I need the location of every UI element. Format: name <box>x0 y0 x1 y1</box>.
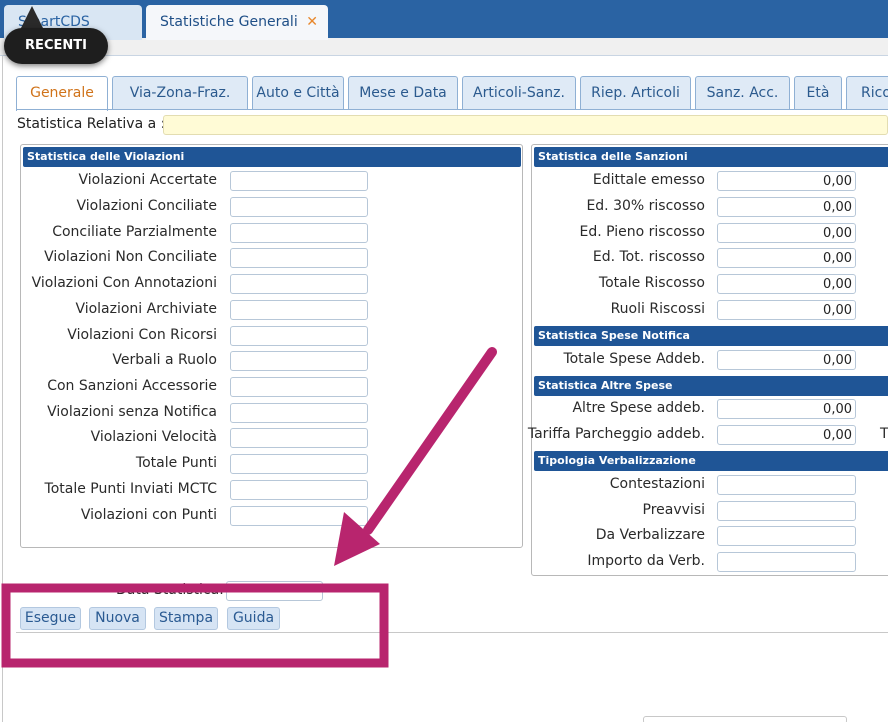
violazioni-row-field[interactable] <box>230 377 368 397</box>
spese-notifica-row-field[interactable]: 0,00 <box>717 350 856 370</box>
tipologia-row-label: Preavvisi <box>642 502 705 518</box>
violazioni-row-label: Violazioni Accertate <box>78 172 217 188</box>
data-statistica-label: Data Statistica: <box>116 582 224 598</box>
sanzioni-header: Statistica delle Sanzioni <box>534 147 888 167</box>
tab-generale[interactable]: Generale <box>16 76 108 111</box>
violazioni-row-label: Violazioni Con Annotazioni <box>31 275 217 291</box>
altre-spese-row-field[interactable]: 0,00 <box>717 425 856 445</box>
tab-mese-e-data[interactable]: Mese e Data <box>348 76 458 110</box>
violazioni-row-field[interactable] <box>230 171 368 191</box>
tipologia-row-label: Da Verbalizzare <box>595 527 705 543</box>
violazioni-row-label: Violazioni Velocità <box>90 429 217 445</box>
tipologia-row-field[interactable] <box>717 501 856 521</box>
spese-notifica-row-label: Totale Spese Addeb. <box>563 351 705 367</box>
violazioni-row-label: Violazioni Con Ricorsi <box>67 327 217 343</box>
violazioni-row-field[interactable] <box>230 300 368 320</box>
violazioni-row-field[interactable] <box>230 428 368 448</box>
sanzioni-row-field[interactable]: 0,00 <box>717 171 856 191</box>
violazioni-row-label: Violazioni con Punti <box>80 507 217 523</box>
violazioni-row-field[interactable] <box>230 506 368 526</box>
tab-auto-e-citta[interactable]: Auto e Città <box>252 76 344 110</box>
scroll-stub <box>643 716 847 722</box>
tab-active-label: Statistiche Generali <box>160 14 298 30</box>
tipologia-row-label: Contestazioni <box>609 476 705 492</box>
violazioni-row-field[interactable] <box>230 197 368 217</box>
altre-spese-header: Statistica Altre Spese <box>534 376 888 396</box>
sanzioni-row-field[interactable]: 0,00 <box>717 274 856 294</box>
violazioni-row-field[interactable] <box>230 454 368 474</box>
sanzioni-row-label: Ed. Tot. riscosso <box>592 249 705 265</box>
violazioni-row-field[interactable] <box>230 351 368 371</box>
guida-button[interactable]: Guida <box>227 607 280 630</box>
tab-articoli-sanz[interactable]: Articoli-Sanz. <box>462 76 576 110</box>
tab-sanz-acc[interactable]: Sanz. Acc. <box>695 76 790 110</box>
tab-via-zona-fraz[interactable]: Via-Zona-Fraz. <box>112 76 248 110</box>
app-tab-underline <box>0 38 888 56</box>
sanzioni-row-label: Ruoli Riscossi <box>610 301 705 317</box>
statistica-relativa-label: Statistica Relativa a : <box>17 116 166 132</box>
tipologia-header: Tipologia Verbalizzazione <box>534 451 888 471</box>
esegue-button[interactable]: Esegue <box>20 607 81 630</box>
cut-off-label: T <box>880 426 888 442</box>
nuova-button[interactable]: Nuova <box>89 607 146 630</box>
violazioni-row-label: Violazioni senza Notifica <box>47 404 217 420</box>
altre-spese-row-label: Tariffa Parcheggio addeb. <box>527 426 705 442</box>
violazioni-row-label: Totale Punti <box>135 455 217 471</box>
violazioni-row-label: Violazioni Archiviate <box>75 301 217 317</box>
violazioni-row-label: Con Sanzioni Accessorie <box>47 378 217 394</box>
sanzioni-row-label: Edittale emesso <box>592 172 705 188</box>
violazioni-row-field[interactable] <box>230 248 368 268</box>
altre-spese-row-field[interactable]: 0,00 <box>717 399 856 419</box>
sanzioni-row-label: Ed. 30% riscosso <box>586 198 705 214</box>
violazioni-row-label: Verbali a Ruolo <box>112 352 217 368</box>
divider <box>16 632 888 633</box>
violazioni-header: Statistica delle Violazioni <box>23 147 521 167</box>
tipologia-row-field[interactable] <box>717 475 856 495</box>
statistica-relativa-field[interactable] <box>163 115 888 135</box>
screen: SmartCDS Home Statistiche Generali ✕ REC… <box>0 0 888 722</box>
violazioni-row-field[interactable] <box>230 274 368 294</box>
tab-eta[interactable]: Età <box>794 76 842 110</box>
tipologia-row-field[interactable] <box>717 552 856 572</box>
tipologia-row-field[interactable] <box>717 526 856 546</box>
recenti-pointer-icon <box>20 6 44 30</box>
violazioni-row-field[interactable] <box>230 326 368 346</box>
violazioni-row-field[interactable] <box>230 223 368 243</box>
sanzioni-row-field[interactable]: 0,00 <box>717 248 856 268</box>
tab-statistiche-generali[interactable]: Statistiche Generali ✕ <box>146 5 328 40</box>
violazioni-row-label: Violazioni Conciliate <box>76 198 217 214</box>
violazioni-row-label: Violazioni Non Conciliate <box>44 249 217 265</box>
violazioni-row-field[interactable] <box>230 403 368 423</box>
violazioni-row-label: Totale Punti Inviati MCTC <box>44 481 217 497</box>
altre-spese-row-label: Altre Spese addeb. <box>572 400 705 416</box>
stampa-button[interactable]: Stampa <box>154 607 218 630</box>
sanzioni-row-field[interactable]: 0,00 <box>717 300 856 320</box>
sanzioni-row-field[interactable]: 0,00 <box>717 197 856 217</box>
tipologia-row-label: Importo da Verb. <box>587 553 705 569</box>
tab-riep-articoli[interactable]: Riep. Articoli <box>580 76 691 110</box>
tab-ricorsi[interactable]: Rico <box>846 76 888 110</box>
violazioni-row-label: Conciliate Parzialmente <box>52 224 217 240</box>
close-tab-icon[interactable]: ✕ <box>306 5 318 40</box>
sanzioni-row-label: Totale Riscosso <box>598 275 705 291</box>
sanzioni-row-field[interactable]: 0,00 <box>717 223 856 243</box>
sanzioni-row-label: Ed. Pieno riscosso <box>579 224 705 240</box>
violazioni-row-field[interactable] <box>230 480 368 500</box>
spese-notifica-header: Statistica Spese Notifica <box>534 326 888 346</box>
tab-bar-baseline <box>16 109 888 110</box>
data-statistica-field[interactable] <box>226 581 323 601</box>
